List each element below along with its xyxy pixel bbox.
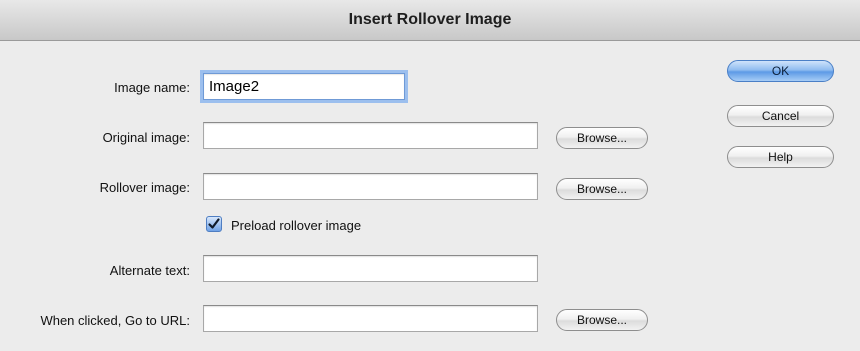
image-name-field[interactable] [203, 73, 405, 100]
image-name-label: Image name: [114, 80, 190, 95]
go-to-url-label: When clicked, Go to URL: [40, 313, 190, 328]
insert-rollover-image-dialog: Insert Rollover Image Image name: Origin… [0, 0, 860, 351]
preload-checkbox[interactable] [206, 216, 222, 232]
rollover-image-field[interactable] [203, 173, 538, 200]
help-button[interactable]: Help [727, 146, 834, 168]
ok-button[interactable]: OK [727, 60, 834, 82]
alternate-text-field[interactable] [203, 255, 538, 282]
rollover-image-browse-button[interactable]: Browse... [556, 178, 648, 200]
go-to-url-field[interactable] [203, 305, 538, 332]
original-image-browse-button[interactable]: Browse... [556, 127, 648, 149]
checkmark-icon [208, 218, 220, 229]
original-image-label: Original image: [102, 130, 190, 145]
rollover-image-label: Rollover image: [99, 180, 190, 195]
title-bar[interactable]: Insert Rollover Image [0, 0, 860, 41]
dialog-title: Insert Rollover Image [348, 11, 512, 28]
alternate-text-label: Alternate text: [109, 263, 190, 278]
cancel-button[interactable]: Cancel [727, 105, 834, 127]
original-image-field[interactable] [203, 122, 538, 149]
go-to-url-browse-button[interactable]: Browse... [556, 309, 648, 331]
preload-label[interactable]: Preload rollover image [231, 218, 361, 233]
